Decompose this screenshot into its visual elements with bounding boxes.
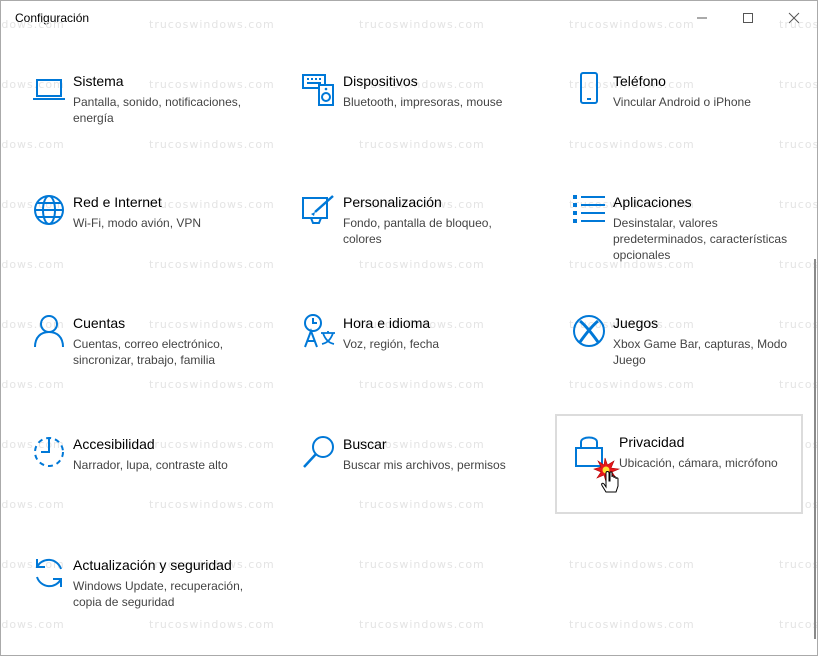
tile-title: Personalización — [343, 194, 442, 210]
tile-dispositivos[interactable]: Dispositivos Bluetooth, impresoras, mous… — [287, 55, 535, 155]
tile-accesibilidad[interactable]: Accesibilidad Narrador, lupa, contraste … — [17, 418, 265, 518]
search-icon — [301, 434, 337, 470]
keyboard-speaker-icon — [301, 71, 337, 107]
tile-aplicaciones[interactable]: Aplicaciones Desinstalar, valores predet… — [557, 176, 805, 276]
tile-title: Red e Internet — [73, 194, 162, 210]
maximize-icon — [743, 13, 753, 23]
tile-title: Cuentas — [73, 315, 126, 331]
xbox-icon — [571, 313, 607, 349]
tile-title: Teléfono — [613, 73, 666, 89]
tile-description: Pantalla, sonido, notificaciones, energí… — [73, 95, 242, 125]
tile-red-internet[interactable]: Red e Internet Wi-Fi, modo avión, VPN — [17, 176, 265, 276]
minimize-icon — [697, 17, 707, 19]
tile-sistema[interactable]: Sistema Pantalla, sonido, notificaciones… — [17, 55, 265, 155]
tile-cuentas[interactable]: Cuentas Cuentas, correo electrónico, sin… — [17, 297, 265, 397]
tile-description: Wi-Fi, modo avión, VPN — [73, 216, 202, 230]
close-button[interactable] — [771, 1, 817, 35]
tile-description: Buscar mis archivos, permisos — [343, 458, 506, 472]
maximize-button[interactable] — [725, 1, 771, 35]
tile-privacidad[interactable]: Privacidad Ubicación, cámara, micrófono — [555, 414, 803, 514]
tile-title: Dispositivos — [343, 73, 418, 89]
tile-juegos[interactable]: Juegos Xbox Game Bar, capturas, Modo Jue… — [557, 297, 805, 397]
tile-title: Juegos — [613, 315, 659, 331]
tile-title: Sistema — [73, 73, 124, 89]
minimize-button[interactable] — [679, 1, 725, 35]
scrollbar[interactable] — [814, 259, 816, 639]
tile-description: Bluetooth, impresoras, mouse — [343, 95, 503, 109]
tile-description: Voz, región, fecha — [343, 337, 440, 351]
tile-title: Hora e idioma — [343, 315, 431, 331]
tile-description: Windows Update, recuperación, copia de s… — [73, 579, 244, 609]
tile-title: Accesibilidad — [73, 436, 155, 452]
accessibility-icon — [31, 434, 67, 470]
tile-personalizacion[interactable]: Personalización Fondo, pantalla de bloqu… — [287, 176, 535, 276]
time-language-icon — [301, 313, 337, 349]
tile-description: Cuentas, correo electrónico, sincronizar… — [73, 337, 224, 367]
settings-window: Configuración trucoswindows.comtrucoswin… — [0, 0, 818, 656]
lock-icon — [571, 432, 607, 468]
tile-title: Actualización y seguridad — [73, 557, 232, 573]
tile-description: Vincular Android o iPhone — [613, 95, 751, 109]
laptop-icon — [31, 71, 67, 107]
tile-description: Ubicación, cámara, micrófono — [619, 456, 778, 470]
paint-icon — [301, 192, 337, 228]
close-icon — [788, 12, 800, 24]
phone-icon — [571, 71, 607, 107]
tile-description: Xbox Game Bar, capturas, Modo Juego — [613, 337, 788, 367]
tile-title: Aplicaciones — [613, 194, 692, 210]
tile-title: Buscar — [343, 436, 387, 452]
tile-buscar[interactable]: Buscar Buscar mis archivos, permisos — [287, 418, 535, 518]
tile-telefono[interactable]: Teléfono Vincular Android o iPhone — [557, 55, 805, 155]
tile-actualizacion-seguridad[interactable]: Actualización y seguridad Windows Update… — [17, 539, 265, 639]
globe-icon — [31, 192, 67, 228]
settings-grid: Sistema Pantalla, sonido, notificaciones… — [1, 35, 817, 655]
tile-description: Desinstalar, valores predeterminados, ca… — [613, 216, 788, 262]
tile-description: Fondo, pantalla de bloqueo, colores — [343, 216, 492, 246]
title-bar[interactable]: Configuración — [1, 1, 817, 35]
tile-hora-idioma[interactable]: Hora e idioma Voz, región, fecha — [287, 297, 535, 397]
sync-icon — [31, 555, 67, 591]
tile-title: Privacidad — [619, 434, 685, 450]
person-icon — [31, 313, 67, 349]
apps-list-icon — [571, 192, 607, 228]
window-title: Configuración — [15, 11, 90, 25]
tile-description: Narrador, lupa, contraste alto — [73, 458, 228, 472]
